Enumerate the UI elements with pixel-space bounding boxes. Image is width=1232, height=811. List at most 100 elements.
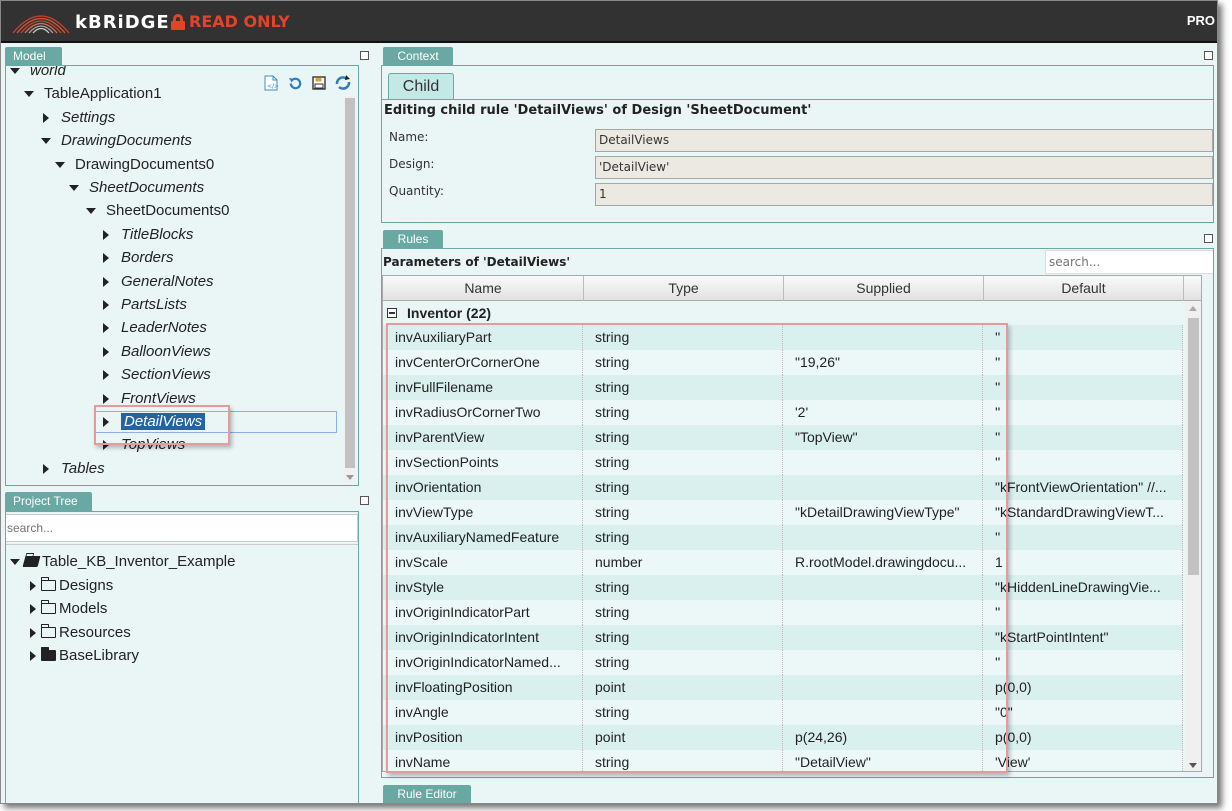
project-item[interactable]: Resources	[28, 622, 131, 644]
cell-supplied[interactable]	[783, 475, 983, 500]
scrollbar-thumb[interactable]	[345, 98, 355, 468]
cell-supplied[interactable]	[783, 625, 983, 650]
tab-project-tree[interactable]: Project Tree	[5, 492, 92, 511]
chevron-right-icon[interactable]	[43, 112, 49, 123]
cell-name[interactable]: invAuxiliaryPart	[383, 325, 583, 350]
column-header-type[interactable]: Type	[584, 276, 784, 301]
cell-supplied[interactable]: R.rootModel.drawingdocu...	[783, 550, 983, 575]
table-row[interactable]: invSectionPoints string ''	[383, 450, 1183, 475]
chevron-down-icon[interactable]	[41, 138, 51, 145]
model-tree-scrollbar[interactable]	[344, 96, 356, 482]
cell-name[interactable]: invFullFilename	[383, 375, 583, 400]
table-row[interactable]: invPosition point p(24,26) p(0,0)	[383, 725, 1183, 750]
project-root-item[interactable]: Table_KB_Inventor_Example	[10, 551, 235, 573]
cell-default[interactable]: p(0,0)	[983, 725, 1183, 750]
project-search-input[interactable]	[6, 514, 358, 542]
tree-item[interactable]: FrontViews	[101, 388, 196, 410]
cell-default[interactable]: 1	[983, 550, 1183, 575]
cell-name[interactable]: invViewType	[383, 500, 583, 525]
cell-default[interactable]: ''	[983, 450, 1183, 475]
cell-type[interactable]: string	[583, 525, 783, 550]
cell-supplied[interactable]	[783, 700, 983, 725]
chevron-down-icon[interactable]	[55, 161, 65, 168]
cell-name[interactable]: invOriginIndicatorIntent	[383, 625, 583, 650]
tree-item[interactable]: DrawingDocuments0	[55, 154, 214, 176]
table-row[interactable]: invParentView string "TopView" ''	[383, 425, 1183, 450]
table-row[interactable]: invName string "DetailView" 'View'	[383, 750, 1183, 771]
tab-rules[interactable]: Rules	[383, 230, 443, 249]
column-header-supplied[interactable]: Supplied	[784, 276, 984, 301]
cell-name[interactable]: invAngle	[383, 700, 583, 725]
chevron-down-icon[interactable]	[10, 559, 20, 566]
cell-supplied[interactable]: "kDetailDrawingViewType"	[783, 500, 983, 525]
refresh-icon[interactable]	[334, 74, 352, 92]
tab-rule-editor[interactable]: Rule Editor	[383, 785, 471, 803]
cell-supplied[interactable]	[783, 450, 983, 475]
cell-default[interactable]: "0"	[983, 700, 1183, 725]
cell-name[interactable]: invOrientation	[383, 475, 583, 500]
table-row[interactable]: invCenterOrCornerOne string "19,26" ''	[383, 350, 1183, 375]
chevron-right-icon[interactable]	[103, 253, 109, 264]
tree-item[interactable]: TopViews	[101, 434, 185, 456]
cell-supplied[interactable]: '2'	[783, 400, 983, 425]
cell-supplied[interactable]: "TopView"	[783, 425, 983, 450]
group-row-inventor[interactable]: Inventor (22)	[383, 302, 491, 324]
tree-item[interactable]: Tables	[41, 458, 105, 480]
cell-supplied[interactable]	[783, 650, 983, 675]
cell-type[interactable]: string	[583, 625, 783, 650]
table-row[interactable]: invAuxiliaryPart string ''	[383, 325, 1183, 350]
chevron-right-icon[interactable]	[43, 463, 49, 474]
cell-type[interactable]: string	[583, 375, 783, 400]
chevron-right-icon[interactable]	[103, 440, 109, 451]
project-item[interactable]: BaseLibrary	[28, 645, 139, 667]
cell-supplied[interactable]	[783, 600, 983, 625]
cell-supplied[interactable]: "19,26"	[783, 350, 983, 375]
chevron-right-icon[interactable]	[30, 650, 36, 661]
undo-icon[interactable]	[286, 74, 304, 92]
cell-default[interactable]: ''	[983, 650, 1183, 675]
table-row[interactable]: invRadiusOrCornerTwo string '2' ''	[383, 400, 1183, 425]
cell-type[interactable]: string	[583, 425, 783, 450]
chevron-down-icon[interactable]	[69, 185, 79, 192]
tree-item[interactable]: GeneralNotes	[101, 271, 214, 293]
table-row[interactable]: invAngle string "0"	[383, 700, 1183, 725]
cell-name[interactable]: invParentView	[383, 425, 583, 450]
cell-supplied[interactable]: "DetailView"	[783, 750, 983, 771]
column-header-name[interactable]: Name	[383, 276, 584, 301]
cell-supplied[interactable]: p(24,26)	[783, 725, 983, 750]
cell-default[interactable]: ''	[983, 600, 1183, 625]
cell-default[interactable]: ''	[983, 350, 1183, 375]
cell-name[interactable]: invPosition	[383, 725, 583, 750]
cell-type[interactable]: string	[583, 750, 783, 771]
cell-name[interactable]: invOriginIndicatorNamed...	[383, 650, 583, 675]
chevron-right-icon[interactable]	[30, 581, 36, 592]
chevron-right-icon[interactable]	[103, 393, 109, 404]
xml-file-icon[interactable]: </>	[262, 74, 280, 92]
tree-item[interactable]: PartsLists	[101, 294, 187, 316]
chevron-right-icon[interactable]	[103, 300, 109, 311]
rules-search-input[interactable]	[1045, 250, 1213, 274]
grid-scrollbar[interactable]	[1185, 302, 1201, 771]
cell-type[interactable]: string	[583, 500, 783, 525]
tab-context[interactable]: Context	[383, 47, 453, 66]
cell-name[interactable]: invStyle	[383, 575, 583, 600]
cell-name[interactable]: invFloatingPosition	[383, 675, 583, 700]
chevron-right-icon[interactable]	[103, 346, 109, 357]
chevron-right-icon[interactable]	[30, 627, 36, 638]
chevron-right-icon[interactable]	[103, 323, 109, 334]
column-header-default[interactable]: Default	[984, 276, 1184, 301]
cell-name[interactable]: invScale	[383, 550, 583, 575]
table-row[interactable]: invFloatingPosition point p(0,0)	[383, 675, 1183, 700]
chevron-right-icon[interactable]	[30, 604, 36, 615]
table-row[interactable]: invAuxiliaryNamedFeature string ''	[383, 525, 1183, 550]
quantity-field[interactable]: 1	[595, 183, 1213, 206]
scroll-up-arrow-icon[interactable]	[1189, 306, 1197, 311]
maximize-context-button[interactable]	[1204, 51, 1213, 60]
chevron-right-icon[interactable]	[103, 229, 109, 240]
cell-supplied[interactable]	[783, 325, 983, 350]
cell-type[interactable]: string	[583, 600, 783, 625]
table-row[interactable]: invOriginIndicatorNamed... string ''	[383, 650, 1183, 675]
cell-default[interactable]: p(0,0)	[983, 675, 1183, 700]
cell-supplied[interactable]	[783, 375, 983, 400]
tree-item[interactable]: LeaderNotes	[101, 317, 207, 339]
